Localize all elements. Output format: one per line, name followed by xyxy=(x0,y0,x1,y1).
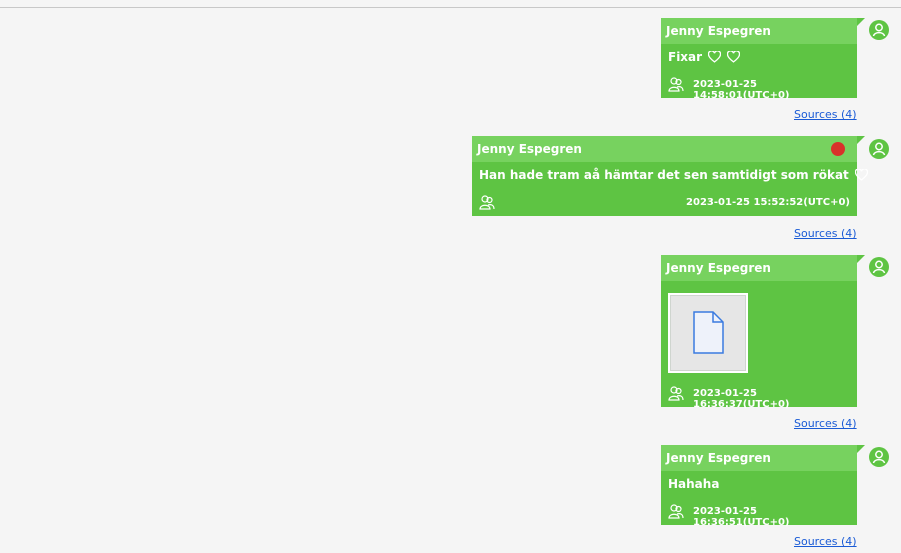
sources-link[interactable]: Sources (4) xyxy=(794,535,857,548)
sources-link[interactable]: Sources (4) xyxy=(794,227,857,240)
file-attachment[interactable] xyxy=(668,293,748,373)
participants-icon xyxy=(668,386,684,401)
participants-icon xyxy=(668,77,684,92)
user-avatar-icon xyxy=(869,447,889,467)
message-sender-name: Jenny Espegren xyxy=(477,142,582,156)
file-icon xyxy=(693,311,724,354)
message-timestamp: 2023-01-25 16:36:37(UTC+0) xyxy=(693,388,790,410)
message-timestamp: 2023-01-25 15:52:52(UTC+0) xyxy=(686,197,850,208)
message-bubble[interactable]: Jenny Espegren Han hade tram aå hämtar d… xyxy=(472,136,868,216)
message-bubble[interactable]: Jenny Espegren 2023-01-25 16:36:37(UTC+0… xyxy=(661,255,865,410)
message-text-content: Fixar xyxy=(668,50,703,64)
heart-icon xyxy=(854,169,868,181)
sources-link[interactable]: Sources (4) xyxy=(794,417,857,430)
message-text: Fixar xyxy=(661,44,857,70)
sources-link[interactable]: Sources (4) xyxy=(794,108,857,121)
top-divider xyxy=(0,7,901,8)
message-text: Hahaha xyxy=(668,477,720,491)
heart-icon xyxy=(708,51,722,63)
user-avatar-icon xyxy=(869,139,889,159)
message-footer: 2023-01-25 16:36:37(UTC+0) xyxy=(668,385,850,410)
message-bubble[interactable]: Jenny Espegren Fixar 2023-01-25 14:58:01… xyxy=(661,18,865,101)
heart-icon xyxy=(727,51,741,63)
status-dot xyxy=(831,142,845,156)
message-footer: 2023-01-25 16:36:51(UTC+0) xyxy=(668,503,850,528)
message-footer: 2023-01-25 14:58:01(UTC+0) xyxy=(668,76,850,101)
message-footer: 2023-01-25 15:52:52(UTC+0) xyxy=(479,194,850,212)
message-sender: Jenny Espegren xyxy=(661,445,857,471)
message-timestamp: 2023-01-25 14:58:01(UTC+0) xyxy=(693,79,790,101)
message-sender: Jenny Espegren xyxy=(472,136,857,162)
participants-icon xyxy=(668,504,684,519)
participants-icon xyxy=(479,195,495,210)
message-sender: Jenny Espegren xyxy=(661,18,857,44)
message-bubble[interactable]: Jenny Espegren Hahaha 2023-01-25 16:36:5… xyxy=(661,445,865,528)
user-avatar-icon xyxy=(869,257,889,277)
user-avatar-icon xyxy=(869,20,889,40)
message-text-content: Han hade tram aå hämtar det sen samtidig… xyxy=(479,168,849,182)
message-sender: Jenny Espegren xyxy=(661,255,857,281)
message-text: Han hade tram aå hämtar det sen samtidig… xyxy=(472,162,868,188)
message-timestamp: 2023-01-25 16:36:51(UTC+0) xyxy=(693,506,790,528)
